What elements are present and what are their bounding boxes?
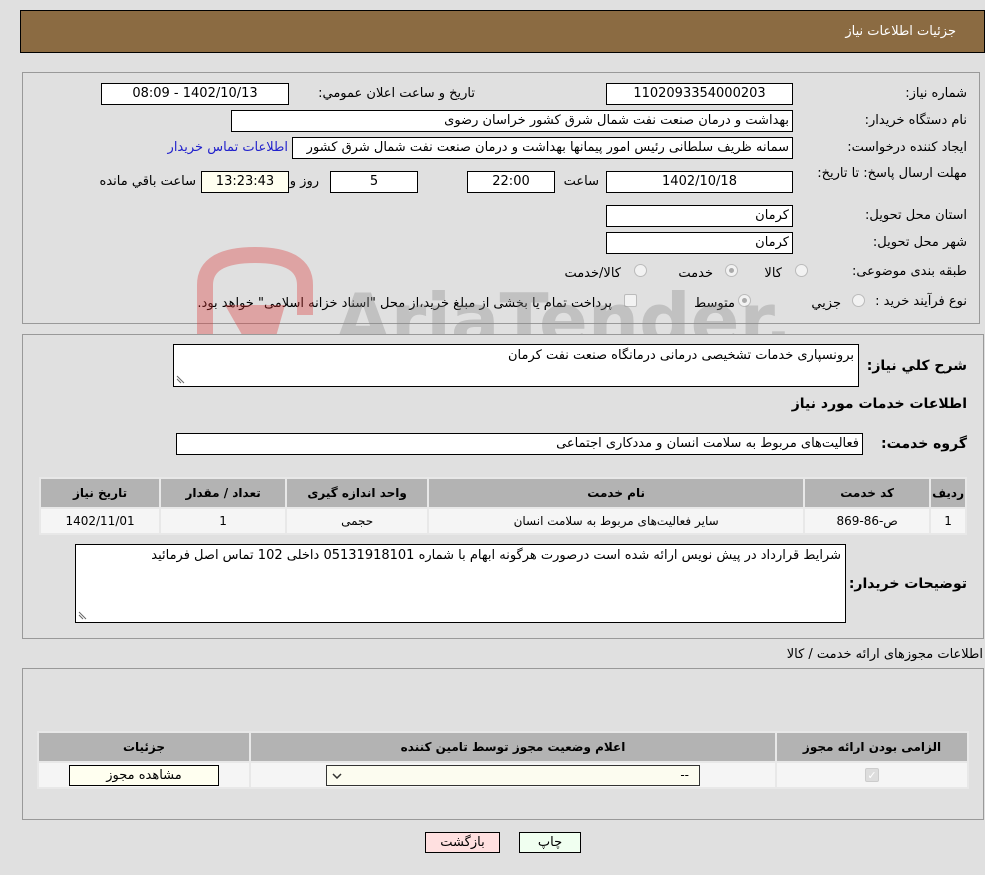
cell-service-name: سایر فعالیت‌های مربوط به سلامت انسان <box>427 507 806 535</box>
cell-service-code: ص-86-869 <box>803 507 932 535</box>
announce-datetime-field[interactable]: 1402/10/13 - 08:09 <box>101 83 289 105</box>
permit-status-value: -- <box>680 767 689 782</box>
buyer-contact-link[interactable]: اطلاعات تماس خریدار <box>168 140 288 155</box>
col-row-number: ردیف <box>929 477 967 509</box>
back-button[interactable]: بازگشت <box>425 832 500 853</box>
treasury-checkbox-label: پرداخت تمام یا بخشی از مبلغ خرید،از محل … <box>197 296 612 311</box>
permits-title: اطلاعات مجوزهای ارائه خدمت / کالا <box>786 647 983 662</box>
cell-row-number: 1 <box>929 507 967 535</box>
category-radio-goods-service[interactable] <box>634 264 647 277</box>
purchase-type-option-medium: متوسط <box>694 296 735 311</box>
deadline-time-field[interactable]: 22:00 <box>467 171 555 193</box>
announce-datetime-label: تاریخ و ساعت اعلان عمومي: <box>318 86 475 101</box>
col-service-code: کد خدمت <box>803 477 932 509</box>
cell-unit: حجمی <box>285 507 430 535</box>
purchase-type-label: نوع فرآیند خرید : <box>875 294 967 309</box>
category-option-goods-service: کالا/خدمت <box>564 266 621 281</box>
cell-need-date: 1402/11/01 <box>38 507 162 535</box>
services-table-header: ردیف کد خدمت نام خدمت واحد اندازه گیری ت… <box>38 477 967 509</box>
deadline-label: مهلت ارسال پاسخ: تا تاریخ: <box>817 166 967 181</box>
services-table: ردیف کد خدمت نام خدمت واحد اندازه گیری ت… <box>38 477 967 535</box>
table-row: ✓ -- مشاهده مجوز <box>37 761 969 789</box>
purchase-type-option-minor: جزيي <box>811 296 841 311</box>
cell-permit-status: -- <box>249 761 777 789</box>
cell-quantity: 1 <box>159 507 288 535</box>
permit-status-select[interactable]: -- <box>326 764 700 786</box>
cell-permit-required: ✓ <box>775 761 969 789</box>
buyer-notes-text: شرایط قرارداد در پیش نویس ارائه شده است … <box>151 548 841 563</box>
permits-table: الزامی بودن ارائه مجوز اعلام وضعیت مجوز … <box>37 731 969 789</box>
city-label: شهر محل تحویل: <box>872 235 967 250</box>
resize-grip-icon[interactable] <box>176 375 185 384</box>
treasury-checkbox[interactable] <box>624 294 637 307</box>
permit-required-checkbox[interactable]: ✓ <box>865 768 879 782</box>
time-remaining-label: ساعت باقي مانده <box>99 174 196 189</box>
cell-permit-details: مشاهده مجوز <box>37 761 251 789</box>
buyer-notes-textarea[interactable]: شرایط قرارداد در پیش نویس ارائه شده است … <box>75 544 846 623</box>
resize-grip-icon[interactable] <box>78 611 87 620</box>
summary-label: شرح کلي نياز: <box>866 358 967 374</box>
col-permit-required: الزامی بودن ارائه مجوز <box>775 731 969 763</box>
requester-label: ایجاد کننده درخواست: <box>847 140 967 155</box>
time-remaining-field: 13:23:43 <box>201 171 289 193</box>
days-label: روز و <box>289 174 319 189</box>
col-unit: واحد اندازه گیری <box>285 477 430 509</box>
col-permit-status: اعلام وضعیت مجوز توسط تامین کننده <box>249 731 777 763</box>
permits-table-header: الزامی بودن ارائه مجوز اعلام وضعیت مجوز … <box>37 731 969 763</box>
services-heading: اطلاعات خدمات مورد نیاز <box>791 396 967 412</box>
view-permit-button[interactable]: مشاهده مجوز <box>69 764 219 786</box>
col-need-date: تاریخ نیاز <box>38 477 162 509</box>
category-option-goods: کالا <box>764 266 782 281</box>
deadline-date-field[interactable]: 1402/10/18 <box>606 171 793 193</box>
category-radio-goods[interactable] <box>795 264 808 277</box>
purchase-type-radio-minor[interactable] <box>852 294 865 307</box>
need-number-field[interactable]: 1102093354000203 <box>606 83 793 105</box>
service-group-label: گروه خدمت: <box>881 436 967 452</box>
city-field[interactable]: کرمان <box>606 232 793 254</box>
category-label: طبقه بندی موضوعی: <box>851 264 967 279</box>
province-field[interactable]: کرمان <box>606 205 793 227</box>
print-button[interactable]: چاپ <box>519 832 581 853</box>
page-title: جزئیات اطلاعات نیاز <box>845 24 956 39</box>
service-group-field[interactable]: فعالیت‌های مربوط به سلامت انسان و مددکار… <box>176 433 863 455</box>
summary-textarea[interactable]: برونسپاری خدمات تشخیصی درمانی درمانگاه ص… <box>173 344 859 387</box>
deadline-time-label: ساعت <box>563 174 599 189</box>
table-row: 1 ص-86-869 سایر فعالیت‌های مربوط به سلام… <box>38 507 967 535</box>
summary-text: برونسپاری خدمات تشخیصی درمانی درمانگاه ص… <box>507 348 854 363</box>
buyer-org-field[interactable]: بهداشت و درمان صنعت نفت شمال شرق کشور خر… <box>231 110 793 132</box>
page-header: جزئیات اطلاعات نیاز <box>20 10 985 53</box>
requester-field[interactable]: سمانه ظریف سلطانی رئیس امور پیمانها بهدا… <box>292 137 793 159</box>
category-option-service: خدمت <box>678 266 713 281</box>
chevron-down-icon <box>332 772 342 779</box>
col-service-name: نام خدمت <box>427 477 806 509</box>
col-quantity: تعداد / مقدار <box>159 477 288 509</box>
need-number-label: شماره نیاز: <box>905 86 967 101</box>
category-radio-service[interactable] <box>725 264 738 277</box>
col-permit-details: جزئیات <box>37 731 251 763</box>
purchase-type-radio-medium[interactable] <box>738 294 751 307</box>
days-remaining-field[interactable]: 5 <box>330 171 418 193</box>
buyer-org-label: نام دستگاه خريدار: <box>864 113 967 128</box>
province-label: استان محل تحویل: <box>865 208 967 223</box>
buyer-notes-label: توضیحات خریدار: <box>848 576 967 592</box>
